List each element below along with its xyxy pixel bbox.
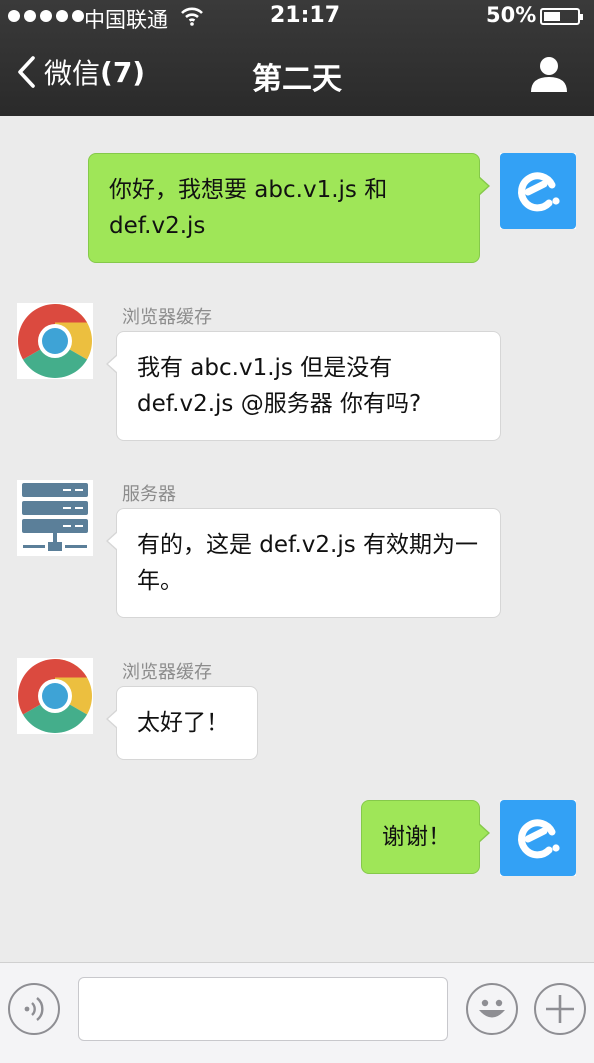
battery-level bbox=[544, 12, 560, 21]
clock: 21:17 bbox=[270, 3, 341, 28]
voice-button[interactable] bbox=[8, 983, 60, 1035]
avatar[interactable] bbox=[17, 658, 93, 734]
wifi-icon bbox=[181, 7, 203, 26]
message-bubble[interactable]: 谢谢！ bbox=[361, 800, 490, 874]
chrome-icon bbox=[18, 659, 92, 733]
emoji-button[interactable] bbox=[466, 983, 518, 1035]
chrome-icon bbox=[18, 304, 92, 378]
avatar[interactable] bbox=[500, 800, 576, 876]
carrier-name: 中国联通 bbox=[84, 8, 168, 32]
smiley-icon bbox=[479, 999, 505, 1018]
signal-strength-icon bbox=[8, 10, 84, 22]
avatar[interactable] bbox=[17, 480, 93, 556]
message-input[interactable] bbox=[78, 977, 448, 1041]
message-bubble[interactable]: 你好，我想要 abc.v1.js 和 def.v2.js bbox=[88, 153, 490, 263]
status-bar: 中国联通 21:17 50% bbox=[0, 0, 594, 34]
app-logo-icon bbox=[500, 153, 576, 229]
sender-name: 服务器 bbox=[122, 484, 176, 505]
sender-name: 浏览器缓存 bbox=[122, 662, 212, 683]
battery-percentage: 50% bbox=[486, 3, 537, 27]
avatar[interactable] bbox=[17, 303, 93, 379]
message-bubble[interactable]: 太好了！ bbox=[106, 686, 258, 760]
plus-icon bbox=[546, 995, 574, 1023]
voice-icon bbox=[24, 997, 44, 1021]
message-bubble[interactable]: 有的，这是 def.v2.js 有效期为一年。 bbox=[106, 508, 501, 618]
sender-name: 浏览器缓存 bbox=[122, 307, 212, 328]
message-bubble[interactable]: 我有 abc.v1.js 但是没有 def.v2.js @服务器 你有吗? bbox=[106, 331, 501, 441]
page-title: 第二天 bbox=[252, 62, 342, 97]
more-button[interactable] bbox=[534, 983, 586, 1035]
top-bar: 中国联通 21:17 50% 微信 (7) 第二天 bbox=[0, 0, 594, 116]
person-icon[interactable] bbox=[528, 52, 570, 94]
app-logo-icon bbox=[500, 800, 576, 876]
battery-icon bbox=[540, 8, 583, 25]
server-icon bbox=[17, 480, 93, 556]
avatar[interactable] bbox=[500, 153, 576, 229]
navigation-bar: 微信 (7) 第二天 bbox=[0, 34, 594, 116]
input-bar bbox=[0, 962, 594, 1063]
